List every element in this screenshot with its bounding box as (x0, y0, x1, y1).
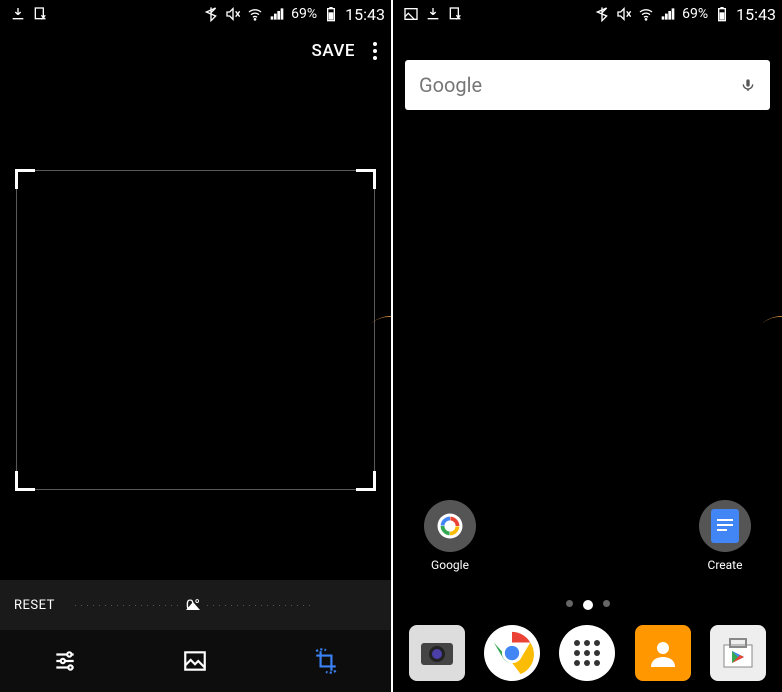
folder-label: Create (708, 558, 743, 572)
save-button[interactable]: SAVE (312, 41, 355, 61)
angle-marker-bottom-icon (186, 602, 200, 610)
page-dot (603, 600, 610, 607)
folder-google[interactable]: Google (415, 500, 485, 572)
folder-create[interactable]: Create (690, 500, 760, 572)
adjust-tab-icon[interactable] (52, 648, 78, 674)
crop-handle-br[interactable] (356, 471, 376, 491)
wifi-icon (247, 6, 263, 22)
page-dot (566, 600, 573, 607)
reset-button[interactable]: RESET (0, 598, 55, 613)
crop-frame[interactable] (16, 170, 375, 490)
mic-icon[interactable] (740, 77, 756, 93)
dock-app-camera[interactable] (409, 625, 465, 681)
editor-bottom-tabs (0, 630, 391, 692)
document-error-icon (32, 6, 48, 22)
battery-percent: 69% (682, 6, 708, 22)
status-bar: 69% 15:43 (0, 0, 391, 28)
action-bar: SAVE (0, 28, 391, 74)
battery-icon (323, 6, 339, 22)
dock-app-drawer[interactable] (559, 625, 615, 681)
dock (393, 614, 782, 692)
page-indicator[interactable] (566, 600, 610, 610)
rotation-control: RESET 0° (0, 580, 391, 630)
download-icon (10, 6, 26, 22)
dock-app-chrome[interactable] (484, 625, 540, 681)
dock-app-contacts[interactable] (635, 625, 691, 681)
google-search-widget[interactable]: Google (405, 60, 770, 110)
screen-home: 69% 15:43 Google Google Create (391, 0, 782, 692)
wifi-icon (638, 6, 654, 22)
signal-icon (269, 6, 285, 22)
mute-icon (616, 6, 632, 22)
search-placeholder: Google (419, 73, 482, 97)
dock-app-play-store[interactable] (710, 625, 766, 681)
page-dot-active (583, 600, 593, 610)
home-folder-row: Google Create (393, 500, 782, 572)
image-icon (403, 6, 419, 22)
clock: 15:43 (736, 5, 776, 24)
document-error-icon (447, 6, 463, 22)
image-tab-icon[interactable] (182, 648, 208, 674)
folder-label: Google (431, 558, 469, 572)
download-icon (425, 6, 441, 22)
crop-handle-tr[interactable] (356, 169, 376, 189)
overflow-menu-icon[interactable] (373, 42, 377, 60)
bluetooth-icon (203, 6, 219, 22)
battery-percent: 69% (291, 6, 317, 22)
folder-create-icon (699, 500, 751, 552)
clock: 15:43 (345, 5, 385, 24)
folder-google-icon (424, 500, 476, 552)
screen-photo-editor: 69% 15:43 SAVE RESET 0° (0, 0, 391, 692)
crop-handle-bl[interactable] (15, 471, 35, 491)
battery-icon (714, 6, 730, 22)
mute-icon (225, 6, 241, 22)
assistive-touch-icon[interactable] (740, 304, 782, 389)
crop-rotate-tab-icon[interactable] (313, 648, 339, 674)
status-bar: 69% 15:43 (393, 0, 782, 28)
signal-icon (660, 6, 676, 22)
crop-handle-tl[interactable] (15, 169, 35, 189)
bluetooth-icon (594, 6, 610, 22)
